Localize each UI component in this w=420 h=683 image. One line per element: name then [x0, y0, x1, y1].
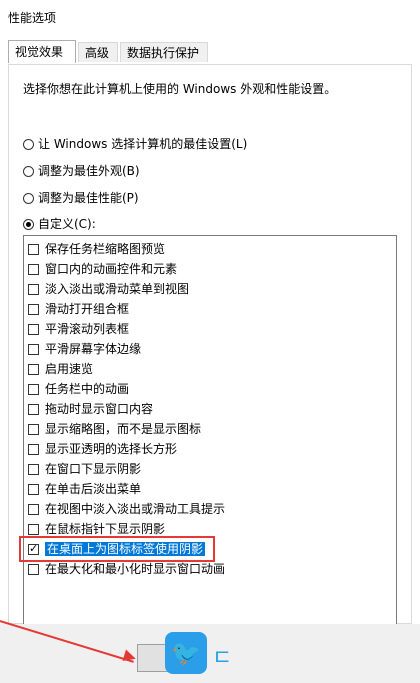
bottom-area [0, 624, 420, 683]
radio-icon [23, 166, 34, 177]
option-animate-controls[interactable]: 窗口内的动画控件和元素 [28, 260, 177, 278]
checkbox[interactable] [28, 364, 39, 375]
checkbox[interactable] [28, 384, 39, 395]
tab-dep[interactable]: 数据执行保护 [120, 42, 208, 62]
option-slide-combo[interactable]: 滑动打开组合框 [28, 300, 129, 318]
twitter-bird-icon: 🐦 [165, 632, 207, 674]
radio-custom[interactable]: 自定义(C): [23, 215, 96, 233]
tab-advanced[interactable]: 高级 [78, 42, 118, 62]
option-fade-slide-menus[interactable]: 淡入淡出或滑动菜单到视图 [28, 280, 189, 298]
radio-label: 让 Windows 选择计算机的最佳设置(L) [38, 137, 248, 151]
checkbox[interactable] [28, 304, 39, 315]
radio-label: 调整为最佳性能(P) [38, 191, 139, 205]
checkbox[interactable] [28, 344, 39, 355]
option-translucent-rect[interactable]: 显示亚透明的选择长方形 [28, 440, 177, 458]
radio-icon [23, 193, 34, 204]
checkbox[interactable] [28, 284, 39, 295]
description-text: 选择你想在此计算机上使用的 Windows 外观和性能设置。 [23, 82, 337, 96]
option-window-shadow[interactable]: 在窗口下显示阴影 [28, 460, 141, 478]
checkbox[interactable] [28, 444, 39, 455]
options-listbox[interactable]: 保存任务栏缩略图预览 窗口内的动画控件和元素 淡入淡出或滑动菜单到视图 滑动打开… [23, 235, 397, 625]
window-title: 性能选项 [8, 11, 57, 25]
checkbox[interactable] [28, 504, 39, 515]
annotation-highlight-box [19, 536, 215, 562]
checkbox[interactable] [28, 244, 39, 255]
radio-icon [23, 219, 34, 230]
radio-best-performance[interactable]: 调整为最佳性能(P) [23, 189, 139, 207]
checkbox[interactable] [28, 264, 39, 275]
checkbox[interactable] [28, 424, 39, 435]
option-drag-contents[interactable]: 拖动时显示窗口内容 [28, 400, 153, 418]
option-taskbar-animation[interactable]: 任务栏中的动画 [28, 380, 129, 398]
option-taskbar-thumbnail-preview[interactable]: 保存任务栏缩略图预览 [28, 240, 165, 258]
option-peek[interactable]: 启用速览 [28, 360, 93, 378]
radio-label: 自定义(C): [38, 217, 96, 231]
checkbox[interactable] [28, 564, 39, 575]
option-show-thumbnails[interactable]: 显示缩略图，而不是显示图标 [28, 420, 201, 438]
option-fade-menus-click[interactable]: 在单击后淡出菜单 [28, 480, 141, 498]
radio-best-appearance[interactable]: 调整为最佳外观(B) [23, 162, 140, 180]
option-smooth-scroll[interactable]: 平滑滚动列表框 [28, 320, 129, 338]
checkbox[interactable] [28, 464, 39, 475]
option-smooth-fonts[interactable]: 平滑屏幕字体边缘 [28, 340, 141, 358]
option-fade-tooltips[interactable]: 在视图中淡入淡出或滑动工具提示 [28, 500, 225, 518]
checkbox[interactable] [28, 524, 39, 535]
logo-glyph-icon: ㄷ [212, 646, 233, 671]
radio-icon [23, 139, 34, 150]
option-animate-min-max[interactable]: 在最大化和最小化时显示窗口动画 [28, 560, 225, 578]
checkbox[interactable] [28, 324, 39, 335]
title-bar: 性能选项 [0, 0, 420, 32]
checkbox[interactable] [28, 404, 39, 415]
radio-label: 调整为最佳外观(B) [38, 164, 140, 178]
radio-let-windows-choose[interactable]: 让 Windows 选择计算机的最佳设置(L) [23, 135, 247, 153]
tab-visual-effects[interactable]: 视觉效果 [8, 40, 76, 63]
checkbox[interactable] [28, 484, 39, 495]
